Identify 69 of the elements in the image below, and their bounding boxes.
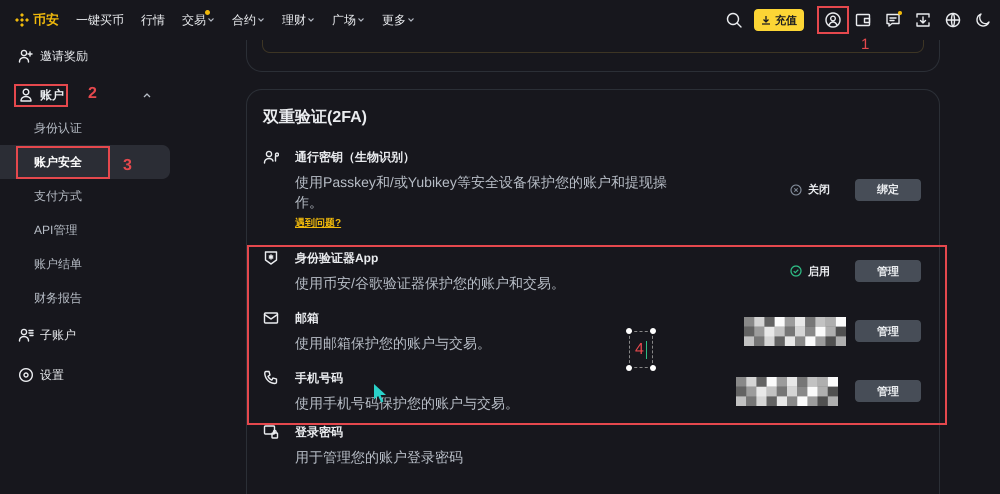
user-icon xyxy=(18,87,34,103)
settings-icon xyxy=(18,367,34,383)
method-description: 使用Passkey和/或Yubikey等安全设备保护您的账户和提现操作。 xyxy=(295,173,668,212)
envelope-icon xyxy=(263,310,279,326)
nav-link[interactable]: 广场 xyxy=(332,12,365,28)
manage-button[interactable]: 管理 xyxy=(855,320,921,342)
method-description: 使用邮箱保护您的账户与交易。 xyxy=(295,334,491,353)
search-icon xyxy=(726,12,742,28)
logo-icon xyxy=(14,12,30,28)
annotation-number: 3 xyxy=(123,157,132,175)
deposit-button[interactable]: 充值 xyxy=(754,9,804,31)
method-description: 使用币安/谷歌验证器保护您的账户和交易。 xyxy=(295,274,565,293)
method-title: 邮箱 xyxy=(295,310,319,327)
method-title: 登录密码 xyxy=(295,424,343,441)
method-title: 身份验证器App xyxy=(295,250,378,267)
globe-icon[interactable] xyxy=(945,12,961,28)
moon-icon[interactable] xyxy=(975,12,991,28)
annotation-number: 2 xyxy=(88,85,97,103)
sidebar-subitem[interactable]: 支付方式 xyxy=(0,179,170,213)
phone-icon xyxy=(263,370,279,386)
bind-button[interactable]: 绑定 xyxy=(855,178,921,200)
chevron-up-icon[interactable] xyxy=(142,91,152,99)
help-link[interactable]: 遇到问题? xyxy=(295,216,342,230)
nav-link[interactable]: 一键买币 xyxy=(76,12,124,28)
chevron-down-icon xyxy=(207,16,215,24)
sidebar-subitem[interactable]: 财务报告 xyxy=(0,281,170,315)
search-button[interactable] xyxy=(725,11,743,29)
sidebar-subitem[interactable]: 身份认证 xyxy=(0,111,170,145)
manage-button[interactable]: 管理 xyxy=(855,260,921,282)
nav-link[interactable]: 更多 xyxy=(382,12,415,28)
nav-link[interactable]: 交易 xyxy=(182,12,215,28)
sidebar-item[interactable]: 设置 xyxy=(0,359,180,391)
nav-link[interactable]: 行情 xyxy=(141,12,165,28)
nav-link[interactable]: 理财 xyxy=(282,12,315,28)
manage-button[interactable]: 管理 xyxy=(855,380,921,402)
passkey-user-icon xyxy=(263,149,279,165)
status-label: 启用 xyxy=(808,264,830,278)
download-icon[interactable] xyxy=(915,12,931,28)
highlight-frame xyxy=(14,84,68,106)
section-title: 双重验证(2FA) xyxy=(263,107,368,128)
chevron-down-icon xyxy=(357,16,365,24)
download-arrow-icon xyxy=(761,15,771,25)
status-label: 关闭 xyxy=(808,182,830,197)
lock-screen-icon xyxy=(263,424,279,440)
message-icon[interactable] xyxy=(885,12,901,28)
method-description: 用于管理您的账户登录密码 xyxy=(295,448,463,467)
method-title: 通行密钥（生物识别） xyxy=(295,149,415,166)
annotation-number: 1 xyxy=(861,36,870,53)
sidebar-subitem[interactable]: 账户结单 xyxy=(0,247,170,281)
annotation-text-box[interactable]: 4 xyxy=(626,328,656,371)
invite-user-icon xyxy=(18,48,34,64)
chevron-down-icon xyxy=(307,16,315,24)
notification-dot xyxy=(205,10,210,14)
chevron-down-icon xyxy=(257,16,265,24)
sidebar-subitem[interactable]: 账户安全 3 xyxy=(0,145,170,179)
sub-account-icon xyxy=(18,327,34,343)
logo-text[interactable]: 币安 xyxy=(33,11,59,29)
user-circle-icon[interactable] xyxy=(825,12,841,28)
highlight-frame xyxy=(817,6,849,34)
sidebar-subitem[interactable]: API管理 xyxy=(0,213,170,247)
sidebar-item[interactable]: 账户 2 xyxy=(0,79,180,111)
sidebar-item[interactable]: 邀请奖励 xyxy=(0,40,180,72)
shield-icon xyxy=(263,250,279,266)
sidebar-item[interactable]: 子账户 xyxy=(0,319,180,351)
notification-dot xyxy=(898,11,902,15)
wallet-icon[interactable] xyxy=(855,12,871,28)
nav-link[interactable]: 合约 xyxy=(232,12,265,28)
method-title: 手机号码 xyxy=(295,370,343,387)
chevron-down-icon xyxy=(407,16,415,24)
